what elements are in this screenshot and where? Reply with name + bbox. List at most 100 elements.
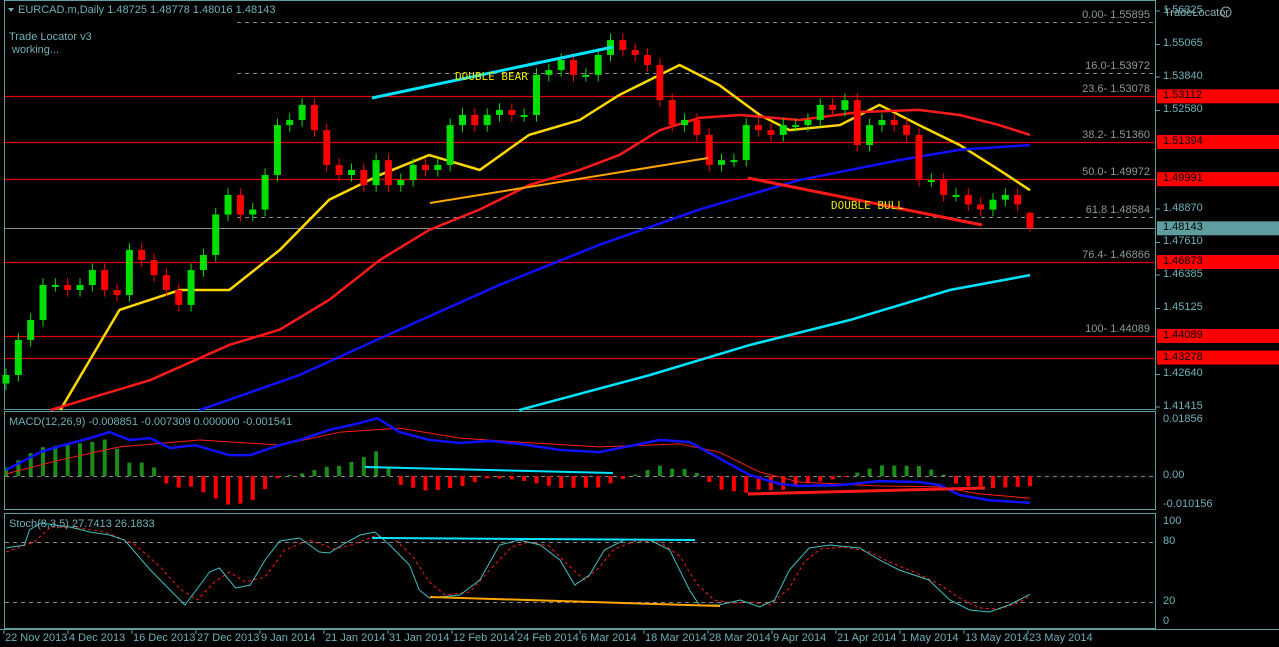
macd-histogram-bar — [497, 476, 502, 479]
macd-histogram-bar — [670, 468, 675, 476]
candle-body[interactable] — [51, 284, 59, 287]
candle-body[interactable] — [508, 109, 516, 115]
candle-body[interactable] — [816, 104, 824, 121]
macd-histogram-bar — [559, 476, 564, 488]
macd-histogram-bar — [115, 448, 120, 476]
date-tick-label: 9 Jan 2014 — [261, 632, 316, 644]
double-bear-annotation[interactable]: DOUBLE BEAR — [455, 70, 528, 83]
candle-body[interactable] — [310, 104, 318, 131]
macd-histogram-bar — [941, 474, 946, 476]
macd-histogram-bar — [768, 476, 773, 491]
date-tick-label: 21 Jan 2014 — [325, 632, 386, 644]
macd-histogram-bar — [386, 467, 391, 476]
candle-body[interactable] — [804, 120, 812, 126]
macd-histogram-bar — [879, 465, 884, 476]
macd-divergence-trendline[interactable] — [364, 466, 614, 474]
candle-body[interactable] — [187, 270, 195, 305]
macd-signal-line — [5, 427, 1031, 499]
macd-histogram-bar — [398, 476, 403, 485]
candle-body[interactable] — [76, 284, 84, 291]
candle-body[interactable] — [792, 125, 800, 128]
stoch-divergence-trendline[interactable] — [371, 537, 696, 541]
macd-histogram-bar — [324, 466, 329, 476]
macd-histogram-bar — [904, 465, 909, 476]
macd-histogram-bar — [102, 439, 107, 476]
candle-body[interactable] — [101, 270, 109, 291]
candle-body[interactable] — [681, 120, 689, 126]
candle-body[interactable] — [14, 339, 22, 375]
macd-histogram-bar — [546, 476, 551, 486]
macd-histogram-bar — [707, 476, 712, 483]
macd-histogram-bar — [250, 476, 255, 501]
price-tick-label: 1.46385 — [1163, 268, 1203, 280]
macd-histogram-bar — [1003, 476, 1008, 488]
candle-body[interactable] — [88, 270, 96, 285]
stoch-tick-label: 20 — [1163, 595, 1176, 607]
fib-level-label: 100- 1.44089 — [1085, 322, 1150, 335]
price-box-label: 1.43278 — [1163, 350, 1203, 363]
candle-body[interactable] — [64, 284, 72, 291]
macd-histogram-bar — [855, 472, 860, 476]
price-tick-label: 1.42640 — [1163, 367, 1203, 380]
date-tick-label: 9 Apr 2014 — [773, 632, 827, 644]
macd-histogram-bar — [312, 470, 317, 476]
candle-body[interactable] — [582, 74, 590, 77]
date-tick-label: 1 May 2014 — [901, 632, 959, 644]
macd-histogram-bar — [620, 476, 625, 479]
macd-histogram-bar — [694, 472, 699, 476]
candle-body[interactable] — [619, 40, 627, 50]
macd-histogram-bar — [411, 476, 416, 488]
candle-body[interactable] — [397, 180, 405, 186]
candle-body[interactable] — [286, 120, 294, 126]
candle-body[interactable] — [520, 114, 528, 117]
stoch-tick-label: 100 — [1163, 515, 1182, 527]
stoch-support-trendline[interactable] — [429, 596, 721, 607]
candle-body[interactable] — [533, 74, 541, 115]
macd-histogram-bar — [485, 476, 490, 479]
candle-body[interactable] — [2, 374, 10, 384]
macd-histogram-bar — [583, 476, 588, 488]
date-tick-label: 27 Dec 2013 — [197, 632, 260, 644]
macd-histogram-bar — [633, 474, 638, 476]
fib-level-label: 38.2- 1.51360 — [1082, 128, 1150, 141]
macd-histogram-bar — [892, 465, 897, 476]
candle-body[interactable] — [495, 109, 503, 115]
candle-body[interactable] — [890, 120, 898, 126]
candle-body[interactable] — [940, 180, 948, 195]
candle-body[interactable] — [162, 275, 170, 291]
candle-body[interactable] — [668, 100, 676, 126]
stoch-main-line — [5, 522, 1031, 613]
candle-body[interactable] — [841, 100, 849, 110]
price-box-label: 1.44089 — [1163, 328, 1203, 341]
candle-body[interactable] — [829, 104, 837, 110]
candle-body[interactable] — [39, 284, 47, 321]
candle-body[interactable] — [298, 104, 306, 121]
ma_slow-line — [199, 143, 1031, 412]
price-box-label: 1.49991 — [1163, 172, 1203, 185]
macd-histogram-bar — [139, 462, 144, 476]
date-tick-label: 22 Nov 2013 — [5, 632, 68, 644]
candle-body[interactable] — [1001, 194, 1009, 200]
indicator-name: Trade Locator v3 — [9, 31, 92, 43]
candle-body[interactable] — [113, 290, 121, 296]
candle-body[interactable] — [927, 180, 935, 183]
candle-body[interactable] — [952, 194, 960, 197]
date-tick-label: 18 Mar 2014 — [645, 632, 707, 644]
candle-body[interactable] — [458, 114, 466, 126]
date-tick-label: 12 Feb 2014 — [453, 632, 515, 644]
fib-level-label: 76.4- 1.46866 — [1082, 248, 1150, 261]
candle-body[interactable] — [718, 160, 726, 165]
fib-level-label: 50.0- 1.49972 — [1082, 165, 1150, 178]
macd-histogram-bar — [509, 476, 514, 480]
candle-body[interactable] — [483, 114, 491, 126]
candle-body[interactable] — [878, 120, 886, 126]
macd-histogram-bar — [534, 476, 539, 484]
candle-body[interactable] — [471, 114, 479, 126]
price-tick-label: 1.52580 — [1163, 103, 1203, 116]
macd-histogram-bar — [522, 476, 527, 481]
candle-body[interactable] — [150, 259, 158, 276]
macd-tick-label: 0.01856 — [1163, 412, 1203, 425]
candle-body[interactable] — [730, 160, 738, 163]
candle-body[interactable] — [631, 49, 639, 55]
candle-body[interactable] — [175, 290, 183, 305]
